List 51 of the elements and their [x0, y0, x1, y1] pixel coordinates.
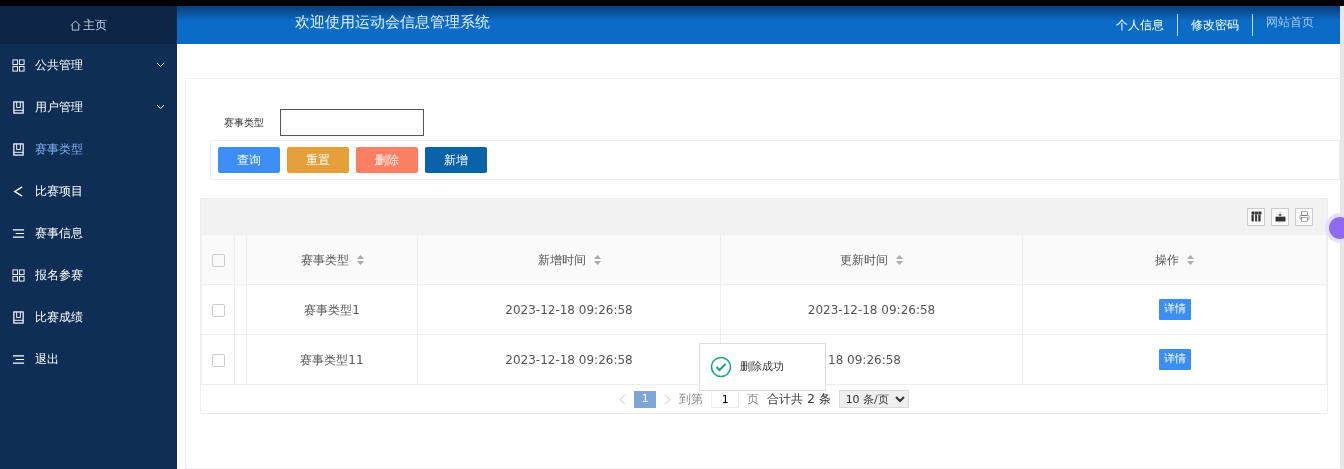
- select-all-checkbox[interactable]: [211, 253, 225, 267]
- columns-icon[interactable]: [1247, 207, 1265, 226]
- list-icon: [12, 226, 25, 240]
- sidebar-item[interactable]: 报名参赛: [0, 254, 177, 296]
- goto-label: 到第: [679, 391, 704, 408]
- export-icon[interactable]: [1271, 207, 1289, 226]
- share-icon: [12, 184, 25, 198]
- book-icon: [12, 100, 25, 114]
- column-header[interactable]: 更新时间: [840, 252, 888, 267]
- search-field[interactable]: [280, 109, 424, 136]
- sort-icon[interactable]: [896, 252, 903, 267]
- sidebar-item[interactable]: 用户管理: [0, 86, 177, 128]
- table-cell: 赛事类型1: [304, 302, 360, 317]
- sidebar-item[interactable]: 比赛成绩: [0, 296, 177, 338]
- toast-text: 删除成功: [740, 358, 784, 375]
- field-label: 赛事类型: [224, 116, 264, 130]
- check-circle-icon: [710, 356, 732, 378]
- sidebar-item[interactable]: 退出: [0, 338, 177, 380]
- book-icon: [12, 142, 25, 156]
- header-link[interactable]: 个人信息: [1103, 14, 1178, 36]
- table-cell: 赛事类型11: [300, 352, 364, 367]
- grid-icon: [12, 58, 25, 72]
- home-icon: [70, 19, 81, 31]
- total-count: 合计共 2 条: [767, 391, 831, 408]
- sidebar-item[interactable]: 比赛项目: [0, 170, 177, 212]
- column-header[interactable]: 操作: [1155, 252, 1179, 267]
- column-header[interactable]: 赛事类型: [300, 252, 349, 267]
- page-title: 欢迎使用运动会信息管理系统: [295, 11, 491, 33]
- home-link[interactable]: 主页: [83, 16, 107, 34]
- table-cell: 2023-12-18 09:26:58: [807, 302, 936, 317]
- table-cell: 2023-12-18 09:26:58: [505, 352, 633, 367]
- header-link[interactable]: 修改密码: [1178, 14, 1253, 36]
- sort-icon[interactable]: [593, 252, 601, 267]
- sidebar-item[interactable]: 公共管理: [0, 44, 177, 86]
- column-header[interactable]: 新增时间: [537, 252, 586, 267]
- table-cell: 2023-12-18 09:26:58: [505, 302, 633, 317]
- floating-widget-icon[interactable]: [1324, 212, 1344, 244]
- row-checkbox[interactable]: [211, 353, 225, 367]
- list-icon: [12, 352, 25, 366]
- sort-icon[interactable]: [356, 252, 364, 267]
- sort-icon[interactable]: [1187, 252, 1194, 267]
- sidebar-item[interactable]: 赛事类型: [0, 128, 177, 170]
- page-unit-label: 页: [747, 391, 760, 408]
- row-checkbox[interactable]: [211, 303, 225, 317]
- table-cell: 18 09:26:58: [828, 352, 901, 367]
- book-icon: [12, 310, 25, 324]
- action-button[interactable]: 新增: [425, 147, 487, 173]
- sidebar-item[interactable]: 赛事信息: [0, 212, 177, 254]
- grid-icon: [12, 268, 25, 282]
- print-icon[interactable]: [1295, 207, 1313, 226]
- page-size-select[interactable]: 10 条/页: [838, 390, 909, 408]
